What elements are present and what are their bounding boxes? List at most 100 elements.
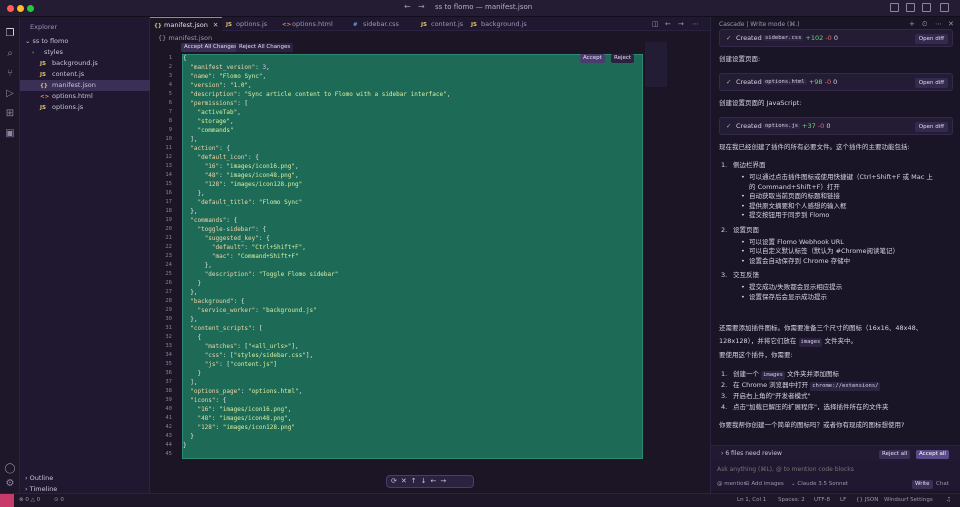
- code-line[interactable]: "options_page": "options.html",: [183, 387, 302, 396]
- code-view[interactable]: 1 {2 "manifest_version": 3, 3 "name": "Flo…: [150, 54, 643, 459]
- code-line[interactable]: "permissions": [: [183, 99, 248, 108]
- code-line[interactable]: ],: [183, 378, 197, 387]
- code-line[interactable]: "default_icon": {: [183, 153, 258, 162]
- toggle-secondary-sidebar-icon[interactable]: [922, 3, 931, 12]
- code-line[interactable]: }: [183, 432, 194, 441]
- windsurf-settings[interactable]: Windsurf Settings: [884, 494, 933, 507]
- toggle-panel-icon[interactable]: [906, 3, 915, 12]
- customize-layout-icon[interactable]: [940, 3, 949, 12]
- indentation[interactable]: Spaces: 2: [778, 494, 805, 507]
- code-line[interactable]: },: [183, 288, 197, 297]
- code-line[interactable]: {: [183, 54, 187, 63]
- account-icon[interactable]: ◯: [4, 462, 16, 474]
- code-line[interactable]: },: [183, 189, 204, 198]
- code-line[interactable]: "description": "Toggle Flomo sidebar": [183, 270, 339, 279]
- open-diff-button[interactable]: Open diff: [914, 34, 948, 44]
- code-line[interactable]: "background": {: [183, 297, 244, 306]
- code-line[interactable]: ],: [183, 135, 197, 144]
- code-line[interactable]: "service_worker": "background.js": [183, 306, 316, 315]
- file-chip[interactable]: options.html: [763, 79, 807, 85]
- arrow-right-icon[interactable]: →: [440, 477, 450, 485]
- tab-options-html[interactable]: <>options.html: [278, 17, 349, 31]
- ports-indicator[interactable]: ⊙ 0: [54, 494, 64, 507]
- accept-button[interactable]: Accept: [580, 54, 605, 63]
- problems-indicator[interactable]: ⊗ 0 △ 0: [19, 494, 40, 507]
- source-control-icon[interactable]: ⑂: [4, 67, 16, 79]
- review-count[interactable]: › 6 files need review: [721, 450, 782, 457]
- sidebar-item-options-js[interactable]: JS options.js: [20, 102, 150, 113]
- code-line[interactable]: }: [183, 279, 201, 288]
- code-line[interactable]: "commands": [183, 126, 233, 135]
- code-line[interactable]: "128": "images/icon128.png": [183, 180, 303, 189]
- code-line[interactable]: "48": "images/icon48.png",: [183, 414, 291, 423]
- code-line[interactable]: "action": {: [183, 144, 230, 153]
- code-line[interactable]: "matches": ["<all_urls>"],: [183, 342, 299, 351]
- line-ending[interactable]: LF: [840, 494, 846, 507]
- mention-button[interactable]: @ mention: [717, 481, 747, 487]
- code-line[interactable]: "description": "Sync article content to …: [183, 90, 450, 99]
- sidebar-item-options-html[interactable]: <> options.html: [20, 91, 150, 102]
- write-mode-toggle[interactable]: Write: [912, 480, 933, 489]
- language-mode[interactable]: {} JSON: [856, 494, 878, 507]
- code-line[interactable]: "default_title": "Flomo Sync": [183, 198, 302, 207]
- close-icon[interactable]: ✕: [401, 477, 411, 485]
- code-line[interactable]: },: [183, 207, 197, 216]
- code-line[interactable]: "toggle-sidebar": {: [183, 225, 266, 234]
- add-images-button[interactable]: ⊡ Add images: [745, 481, 784, 487]
- sidebar-item-manifest-json[interactable]: {} manifest.json: [20, 80, 150, 91]
- code-line[interactable]: "name": "Flomo Sync",: [183, 72, 266, 81]
- split-editor-icon[interactable]: ◫: [652, 20, 659, 28]
- explorer-icon[interactable]: ❐: [4, 27, 16, 39]
- search-icon[interactable]: ⌕: [4, 47, 16, 59]
- sidebar-item-background-js[interactable]: JS background.js: [20, 58, 150, 69]
- tab-options-js[interactable]: JS options.js: [222, 17, 278, 31]
- code-line[interactable]: "48": "images/icon48.png",: [183, 171, 299, 180]
- accept-all-changes-button[interactable]: Accept All Changes: [181, 43, 240, 52]
- code-line[interactable]: "version": "1.0",: [183, 81, 251, 90]
- code-line[interactable]: "mac": "Command+Shift+F": [183, 252, 299, 261]
- close-icon[interactable]: ✕: [213, 21, 218, 29]
- extensions-icon[interactable]: ⊞: [4, 107, 16, 119]
- file-chip[interactable]: sidebar.css: [763, 35, 804, 41]
- nav-forward-icon[interactable]: →: [678, 20, 684, 28]
- breadcrumb[interactable]: {} manifest.json: [158, 34, 212, 42]
- more-actions-icon[interactable]: ⋯: [692, 20, 699, 28]
- arrow-up-icon[interactable]: ↑: [411, 477, 421, 485]
- code-line[interactable]: "js": ["content.js"]: [183, 360, 277, 369]
- remote-indicator[interactable]: [0, 494, 14, 507]
- window-title[interactable]: ss to flomo — manifest.json: [435, 3, 532, 11]
- accept-all-button[interactable]: Accept all: [916, 450, 949, 459]
- tab-sidebar-css[interactable]: # sidebar.css: [349, 17, 417, 31]
- chat-input[interactable]: [717, 464, 953, 475]
- tab-background-js[interactable]: JS background.js: [467, 17, 537, 31]
- run-debug-icon[interactable]: ▷: [4, 87, 16, 99]
- cursor-position[interactable]: Ln 1, Col 1: [737, 494, 766, 507]
- code-line[interactable]: "icons": {: [183, 396, 226, 405]
- arrow-down-icon[interactable]: ↓: [421, 477, 431, 485]
- open-diff-button[interactable]: Open diff: [914, 78, 948, 88]
- code-line[interactable]: "commands": {: [183, 216, 237, 225]
- more-icon[interactable]: ⋯: [935, 20, 942, 28]
- close-window-button[interactable]: [7, 5, 14, 12]
- sidebar-item-styles[interactable]: › styles: [20, 47, 150, 58]
- code-line[interactable]: "suggested_key": {: [183, 234, 270, 243]
- model-selector[interactable]: ⌄ Claude 3.5 Sonnet: [791, 481, 848, 487]
- reject-button[interactable]: Reject: [611, 54, 635, 63]
- code-line[interactable]: "css": ["styles/sidebar.css"],: [183, 351, 313, 360]
- code-line[interactable]: "storage",: [183, 117, 233, 126]
- bell-icon[interactable]: ♫: [946, 494, 951, 507]
- code-line[interactable]: "manifest_version": 3,: [183, 63, 270, 72]
- code-line[interactable]: "activeTab",: [183, 108, 240, 117]
- reject-all-changes-button[interactable]: Reject All Changes: [236, 43, 294, 52]
- toggle-primary-sidebar-icon[interactable]: [890, 3, 899, 12]
- gear-icon[interactable]: ⚙: [4, 477, 16, 489]
- code-line[interactable]: },: [183, 261, 212, 270]
- encoding[interactable]: UTF-8: [814, 494, 830, 507]
- code-line[interactable]: "default": "Ctrl+Shift+F",: [183, 243, 306, 252]
- code-line[interactable]: },: [183, 315, 197, 324]
- code-line[interactable]: {: [183, 333, 201, 342]
- code-line[interactable]: }: [183, 441, 187, 450]
- tab-manifest-json[interactable]: {} manifest.json ✕: [150, 17, 222, 31]
- tab-content-js[interactable]: JS content.js: [417, 17, 467, 31]
- code-line[interactable]: "16": "images/icon16.png",: [183, 405, 291, 414]
